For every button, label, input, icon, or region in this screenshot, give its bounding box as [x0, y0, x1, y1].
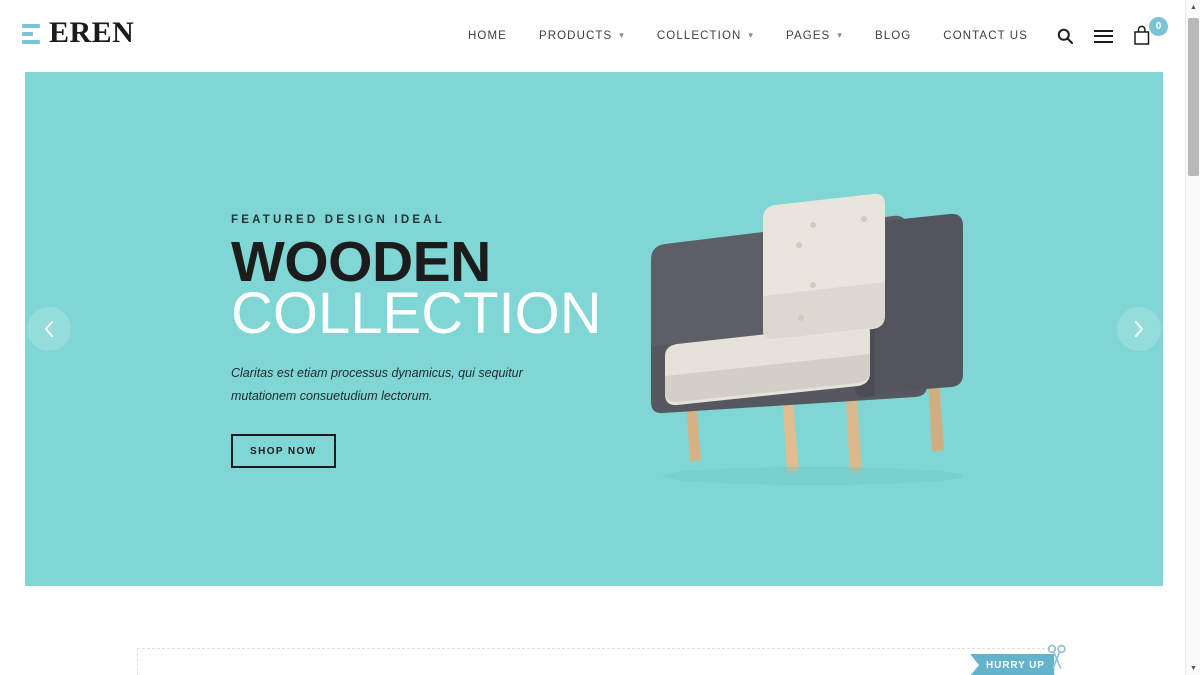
search-button[interactable] — [1048, 19, 1082, 53]
main-navigation: HOME PRODUCTS ▾ COLLECTION ▾ PAGES ▾ BLO… — [452, 0, 1168, 72]
chevron-right-icon — [1135, 321, 1143, 337]
search-icon — [1057, 28, 1073, 44]
carousel-next-button[interactable] — [1117, 307, 1161, 351]
coupon-box — [137, 648, 1055, 675]
chevron-left-icon — [45, 321, 53, 337]
cart-button[interactable]: 0 — [1130, 17, 1168, 53]
cart-count-badge: 0 — [1149, 17, 1168, 36]
scrollbar-up-arrow-icon[interactable]: ▲ — [1186, 0, 1200, 14]
chevron-down-icon: ▾ — [748, 29, 755, 40]
page-root: EREN HOME PRODUCTS ▾ COLLECTION ▾ PAGES … — [0, 0, 1200, 675]
page-scrollbar[interactable]: ▲ ▼ — [1185, 0, 1200, 675]
ribbon-label: HURRY UP — [986, 659, 1045, 671]
hamburger-menu-icon — [1093, 29, 1113, 43]
hero-eyebrow: FEATURED DESIGN IDEAL — [231, 214, 445, 226]
hero-copy: FEATURED DESIGN IDEAL WOODEN COLLECTION … — [231, 214, 651, 469]
scissors-icon — [1047, 644, 1066, 669]
nav-label: PAGES — [786, 30, 831, 42]
hurry-up-ribbon: HURRY UP — [970, 654, 1054, 675]
nav-item-collection[interactable]: COLLECTION ▾ — [641, 30, 770, 42]
site-header: EREN HOME PRODUCTS ▾ COLLECTION ▾ PAGES … — [0, 0, 1188, 72]
nav-item-home[interactable]: HOME — [452, 30, 523, 42]
carousel-prev-button[interactable] — [27, 307, 71, 351]
logo-bars-icon — [22, 22, 40, 44]
site-logo[interactable]: EREN — [22, 18, 134, 48]
nav-item-pages[interactable]: PAGES ▾ — [770, 30, 859, 42]
scrollbar-down-arrow-icon[interactable]: ▼ — [1186, 661, 1200, 675]
armchair-image — [651, 193, 963, 485]
nav-item-products[interactable]: PRODUCTS ▾ — [523, 30, 641, 42]
chevron-down-icon: ▾ — [837, 29, 843, 40]
nav-item-blog[interactable]: BLOG — [859, 30, 927, 42]
nav-label: PRODUCTS — [538, 30, 613, 42]
scrollbar-thumb[interactable] — [1188, 18, 1199, 176]
shop-now-button[interactable]: SHOP NOW — [231, 434, 336, 469]
hero-description: Claritas est etiam processus dynamicus, … — [231, 366, 523, 404]
hero-banner: FEATURED DESIGN IDEAL WOODEN COLLECTION … — [25, 72, 1163, 586]
chevron-down-icon: ▾ — [619, 29, 625, 40]
nav-item-contact-us[interactable]: CONTACT US — [927, 30, 1044, 42]
nav-label: HOME — [468, 30, 507, 42]
nav-label: BLOG — [874, 30, 912, 42]
menu-button[interactable] — [1086, 19, 1120, 53]
brand-name: EREN — [49, 16, 135, 49]
nav-label: COLLECTION — [656, 30, 742, 42]
hero-title-line-2: COLLECTION — [231, 281, 602, 347]
nav-label: CONTACT US — [943, 30, 1028, 42]
